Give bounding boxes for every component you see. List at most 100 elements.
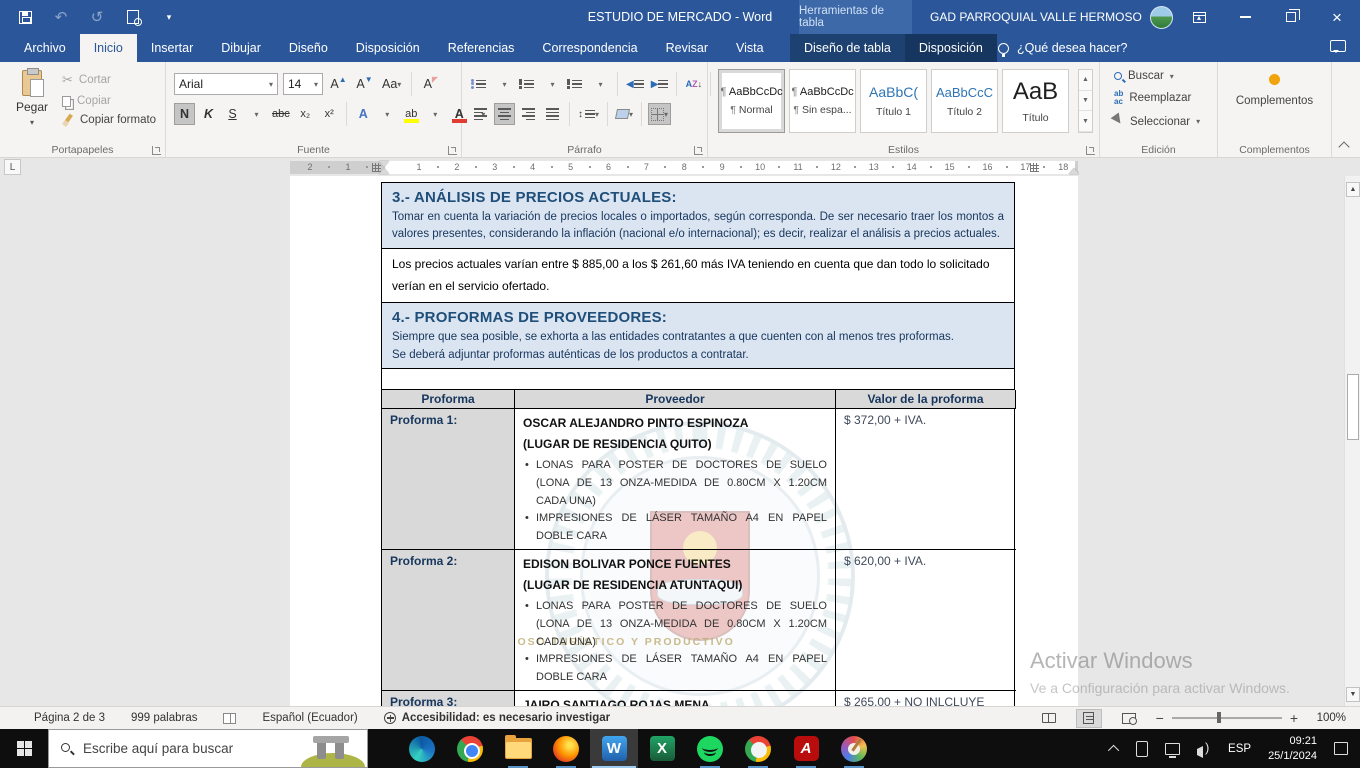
vertical-scrollbar[interactable]: ▲ ▼ [1344,176,1360,706]
account-area[interactable]: GAD PARROQUIAL VALLE HERMOSO [930,0,1173,34]
change-case-button[interactable]: Aa ▾ [380,73,403,95]
web-layout-button[interactable] [1116,709,1142,728]
style-titulo1[interactable]: AaBbC( Título 1 [860,69,927,133]
highlight-button[interactable]: ab [401,103,422,125]
line-spacing-button[interactable]: ↕ ▾ [576,103,601,125]
bullets-dropdown-icon[interactable]: ▾ [494,73,515,95]
word-count[interactable]: 999 palabras [131,712,198,724]
start-button[interactable] [0,729,48,768]
taskbar-search[interactable] [48,729,368,768]
zoom-slider[interactable] [1171,712,1282,724]
row2-provider-cell[interactable]: EDISON BOLIVAR PONCE FUENTES (LUGAR DE R… [515,550,836,692]
table-header-valor[interactable]: Valor de la proforma [836,390,1016,410]
taskbar-edge[interactable] [398,729,446,768]
row3-label-cell[interactable]: Proforma 3: [382,691,515,706]
replace-button[interactable]: ab ac Reemplazar [1114,90,1200,106]
clock[interactable]: 09:21 25/1/2024 [1268,734,1317,764]
comments-icon[interactable] [1330,40,1346,53]
taskbar-word[interactable]: W [590,729,638,768]
style-normal[interactable]: AaBbCcDc Normal [718,69,785,133]
strikethrough-button[interactable]: abc [270,103,292,125]
shading-button[interactable]: ▾ [614,103,635,125]
increase-indent-button[interactable]: ▶ [649,73,671,95]
collapse-ribbon-icon[interactable] [1338,141,1350,153]
copy-button[interactable]: Copiar [62,95,156,107]
multilevel-dropdown-icon[interactable]: ▾ [590,73,611,95]
zoom-slider-thumb[interactable] [1216,712,1221,724]
tab-referencias[interactable]: Referencias [434,34,529,62]
right-indent-marker[interactable] [1069,163,1079,174]
proofing-icon[interactable] [223,712,237,724]
phone-link-icon[interactable] [1136,740,1149,757]
multilevel-list-button[interactable] [566,73,587,95]
bullets-button[interactable] [470,73,491,95]
tab-correspondencia[interactable]: Correspondencia [528,34,651,62]
hanging-indent-marker[interactable] [379,163,389,174]
borders-button[interactable]: ▾ [648,103,672,125]
scroll-up-icon[interactable]: ▲ [1346,182,1360,197]
table-header-proveedor[interactable]: Proveedor [515,390,836,410]
font-dialog-launcher[interactable] [448,146,457,155]
grow-font-button[interactable]: A ▲ [328,73,349,95]
shrink-font-button[interactable]: A ▼ [354,73,375,95]
underline-dropdown-icon[interactable]: ▾ [246,103,267,125]
search-highlight-image[interactable] [301,730,365,767]
ruler-strip[interactable]: 2 1 1 2 3 4 5 6 7 8 9 10 11 12 13 14 15 16 17 18 [290,161,1079,174]
align-left-button[interactable] [470,103,491,125]
page-indicator[interactable]: Página 2 de 3 [34,712,105,724]
decrease-indent-button[interactable]: ◀ [624,73,646,95]
tab-archivo[interactable]: Archivo [10,34,80,62]
row3-provider-cell[interactable]: JAIRO SANTIAGO ROJAS MENA [515,691,836,706]
numbering-dropdown-icon[interactable]: ▾ [542,73,563,95]
row1-value-cell[interactable]: $ 372,00 + IVA. [836,409,1016,551]
style-titulo2[interactable]: AaBbCcC Título 2 [931,69,998,133]
select-button[interactable]: Seleccionar ▾ [1110,112,1200,131]
tab-revisar[interactable]: Revisar [652,34,722,62]
taskbar-file-explorer[interactable] [494,729,542,768]
table-header-proforma[interactable]: Proforma [382,390,515,410]
section-4-box[interactable]: 4.- PROFORMAS DE PROVEEDORES: Siempre qu… [381,301,1015,370]
italic-button[interactable]: K [198,103,219,125]
paste-dropdown-icon[interactable]: ▾ [30,118,34,127]
cut-button[interactable]: ✂ Cortar [62,72,156,88]
text-effects-dropdown-icon[interactable]: ▾ [377,103,398,125]
taskbar-firefox[interactable] [542,729,590,768]
styles-scroll-down-icon[interactable]: ▼ [1079,91,1092,112]
font-size-combo[interactable]: 14 ▾ [283,73,323,95]
language-indicator[interactable]: Español (Ecuador) [262,712,357,724]
align-right-button[interactable] [518,103,539,125]
taskbar-paint[interactable] [830,729,878,768]
close-button[interactable]: × [1314,0,1360,34]
scroll-down-icon[interactable]: ▼ [1346,687,1360,702]
redo-button[interactable]: ↺ [84,4,110,30]
taskbar-browser-alt[interactable] [734,729,782,768]
print-preview-button[interactable] [120,4,146,30]
section-3-box[interactable]: 3.- ANÁLISIS DE PRECIOS ACTUALES: Tomar … [381,181,1015,250]
clear-formatting-button[interactable]: A ◤ [420,73,441,95]
taskbar-spotify[interactable] [686,729,734,768]
empty-paragraph-row[interactable] [381,367,1015,391]
styles-dialog-launcher[interactable] [1086,146,1095,155]
save-button[interactable] [12,4,38,30]
row1-provider-cell[interactable]: OSCAR ALEJANDRO PINTO ESPINOZA (LUGAR DE… [515,409,836,551]
bold-button[interactable]: N [174,103,195,125]
customize-qat-button[interactable]: ▾ [156,4,182,30]
zoom-percentage[interactable]: 100% [1312,712,1346,724]
sort-button[interactable]: AZ↓ [683,73,704,95]
taskbar-chrome[interactable] [446,729,494,768]
account-avatar[interactable] [1149,5,1173,29]
highlight-dropdown-icon[interactable]: ▾ [425,103,446,125]
align-center-button[interactable] [494,103,515,125]
zoom-in-button[interactable]: + [1290,710,1298,726]
row2-value-cell[interactable]: $ 620,00 + IVA. [836,550,1016,692]
accessibility-status[interactable]: Accesibilidad: es necesario investigar [383,712,610,724]
document-page[interactable]: VALLE HERMOSO TURÍSTICO Y PRODUCTIVO 3.-… [290,176,1078,706]
find-button[interactable]: Buscar ▾ [1114,70,1200,82]
tab-insertar[interactable]: Insertar [137,34,207,62]
style-sin-espaciado[interactable]: AaBbCcDc Sin espa... [789,69,856,133]
paste-button[interactable]: Pegar ▾ [10,68,54,138]
print-layout-button[interactable] [1075,708,1102,728]
tab-disposicion[interactable]: Disposición [342,34,434,62]
row1-label-cell[interactable]: Proforma 1: [382,409,515,551]
ribbon-display-options-button[interactable]: ▴ [1176,0,1222,34]
